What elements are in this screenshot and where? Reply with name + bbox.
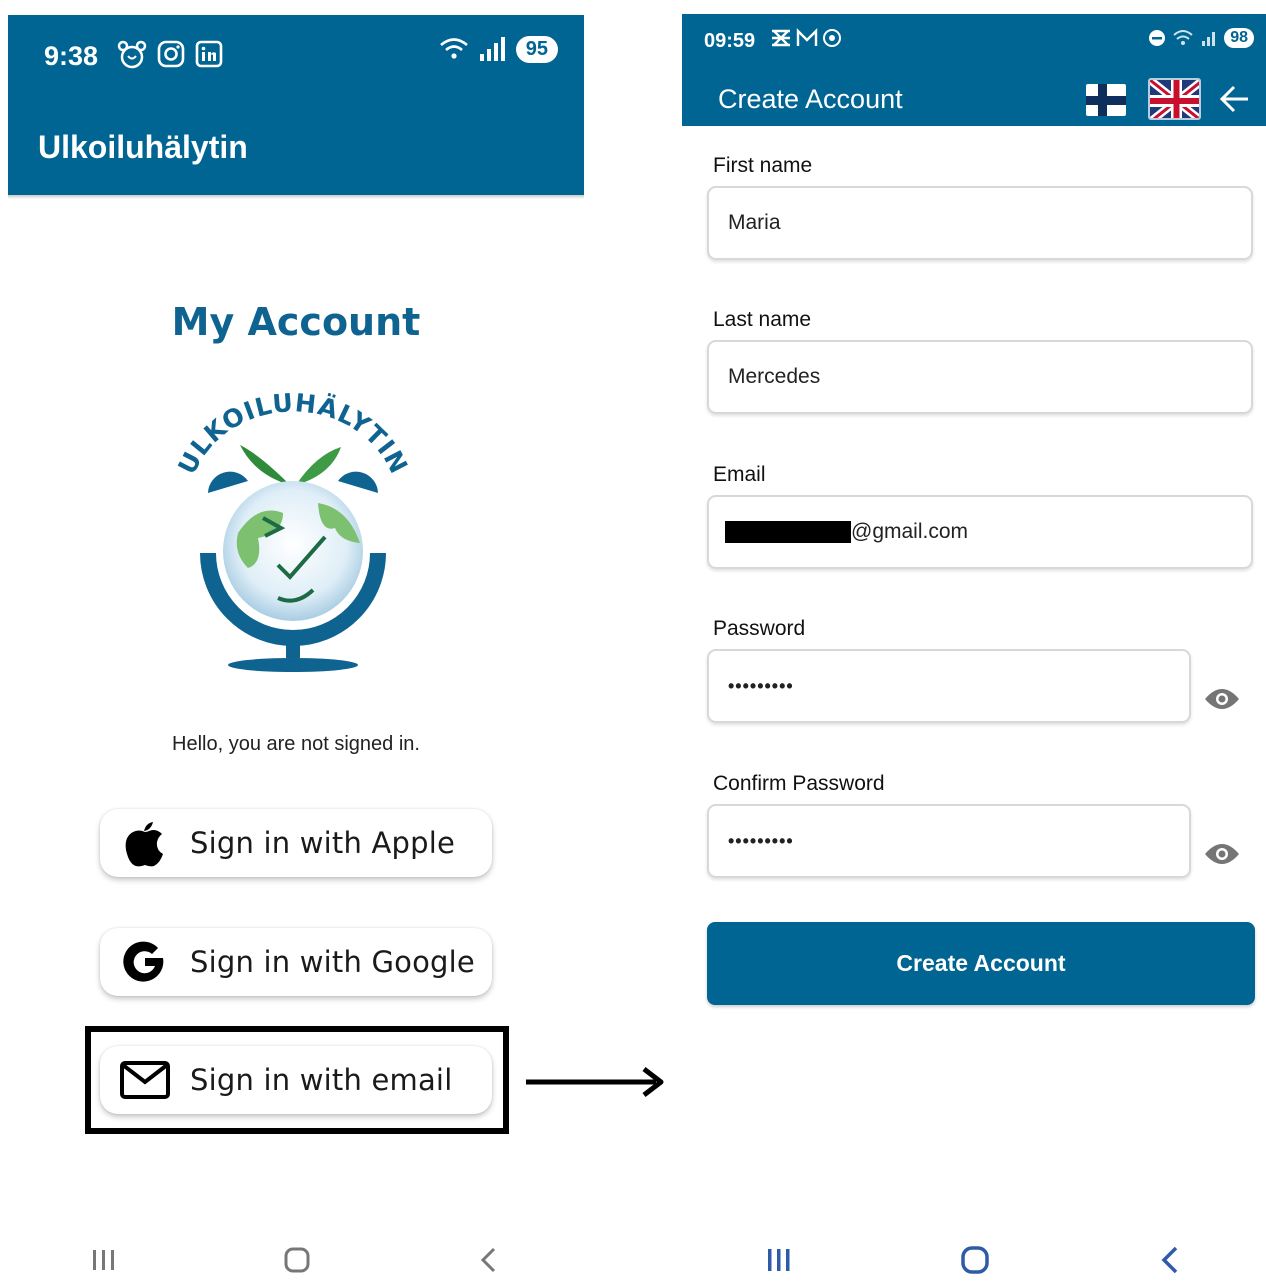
home-icon[interactable] xyxy=(959,1244,991,1276)
app-bar: 9:38 95 Ulkoiluhälytin xyxy=(8,15,584,195)
back-icon[interactable] xyxy=(1156,1244,1184,1276)
status-system-icons: 95 xyxy=(438,35,558,63)
status-system-icons: 98 xyxy=(1148,28,1254,48)
email-field[interactable]: @gmail.com xyxy=(707,495,1253,569)
password-value: ••••••••• xyxy=(728,675,794,696)
right-phone-screen: 09:59 98 Create Account First name Maria… xyxy=(682,14,1266,1286)
status-time: 9:38 xyxy=(44,41,99,71)
last-name-field[interactable]: Mercedes xyxy=(707,340,1253,414)
alarm-clock-icon xyxy=(117,40,147,69)
redacted-text xyxy=(725,521,851,543)
password-label: Password xyxy=(713,617,806,640)
left-phone-screen: 9:38 95 Ulkoiluhälytin My Account ULKOIL… xyxy=(8,15,584,1286)
confirm-password-field[interactable]: ••••••••• xyxy=(707,804,1191,878)
last-name-value: Mercedes xyxy=(728,365,821,388)
back-arrow-icon[interactable] xyxy=(1218,84,1252,114)
signal-icon xyxy=(1202,32,1216,46)
app-title: Ulkoiluhälytin xyxy=(38,129,248,165)
app-bar-shadow xyxy=(8,195,584,199)
system-nav-bar xyxy=(8,1230,584,1286)
app-bar: 09:59 98 Create Account xyxy=(682,14,1266,126)
status-notification-icons xyxy=(116,39,224,71)
sign-in-google-label: Sign in with Google xyxy=(190,945,475,979)
wifi-icon xyxy=(439,38,468,59)
whatsapp-icon xyxy=(823,29,841,47)
signal-icon xyxy=(479,37,505,61)
sign-in-apple-button[interactable]: Sign in with Apple xyxy=(100,809,492,877)
password-field[interactable]: ••••••••• xyxy=(707,649,1191,723)
app-logo: ULKOILUHÄLYTIN xyxy=(168,388,418,683)
svg-text:ULKOILUHÄLYTIN: ULKOILUHÄLYTIN xyxy=(172,393,413,479)
status-notification-icons xyxy=(770,28,842,48)
create-account-button[interactable]: Create Account xyxy=(707,922,1255,1005)
eye-icon xyxy=(1205,844,1239,864)
recents-icon[interactable] xyxy=(90,1247,118,1273)
confirm-password-label: Confirm Password xyxy=(713,772,885,795)
do-not-disturb-icon xyxy=(1149,30,1166,46)
back-icon[interactable] xyxy=(476,1245,502,1275)
first-name-label: First name xyxy=(713,154,813,177)
google-icon xyxy=(100,928,190,996)
eye-icon xyxy=(1205,689,1239,709)
battery-level: 95 xyxy=(515,35,558,63)
show-password-button[interactable] xyxy=(1202,684,1242,714)
confirm-password-value: ••••••••• xyxy=(728,830,794,851)
system-nav-bar xyxy=(682,1230,1266,1286)
sign-in-status-text: Hello, you are not signed in. xyxy=(172,733,420,755)
notification-icon xyxy=(772,29,790,47)
finnish-flag-icon[interactable] xyxy=(1086,84,1126,116)
wifi-icon xyxy=(1173,30,1193,45)
home-icon[interactable] xyxy=(282,1245,312,1275)
page-title: Create Account xyxy=(718,84,903,114)
flow-arrow xyxy=(526,1067,664,1097)
mail-app-icon xyxy=(796,28,818,46)
email-value: @gmail.com xyxy=(851,520,969,543)
instagram-icon xyxy=(157,40,185,68)
sign-in-google-button[interactable]: Sign in with Google xyxy=(100,928,492,996)
linkedin-icon xyxy=(195,40,223,68)
status-time: 09:59 xyxy=(704,30,756,52)
apple-icon xyxy=(100,809,190,877)
show-confirm-password-button[interactable] xyxy=(1202,839,1242,869)
battery-level: 98 xyxy=(1224,28,1254,48)
page-title: My Account xyxy=(171,300,421,344)
uk-flag-icon[interactable] xyxy=(1148,78,1201,120)
last-name-label: Last name xyxy=(713,308,812,331)
first-name-value: Maria xyxy=(728,211,781,234)
first-name-field[interactable]: Maria xyxy=(707,186,1253,260)
sign-in-apple-label: Sign in with Apple xyxy=(190,826,456,860)
highlight-box xyxy=(85,1026,509,1134)
email-label: Email xyxy=(713,463,766,486)
recents-icon[interactable] xyxy=(764,1246,794,1274)
